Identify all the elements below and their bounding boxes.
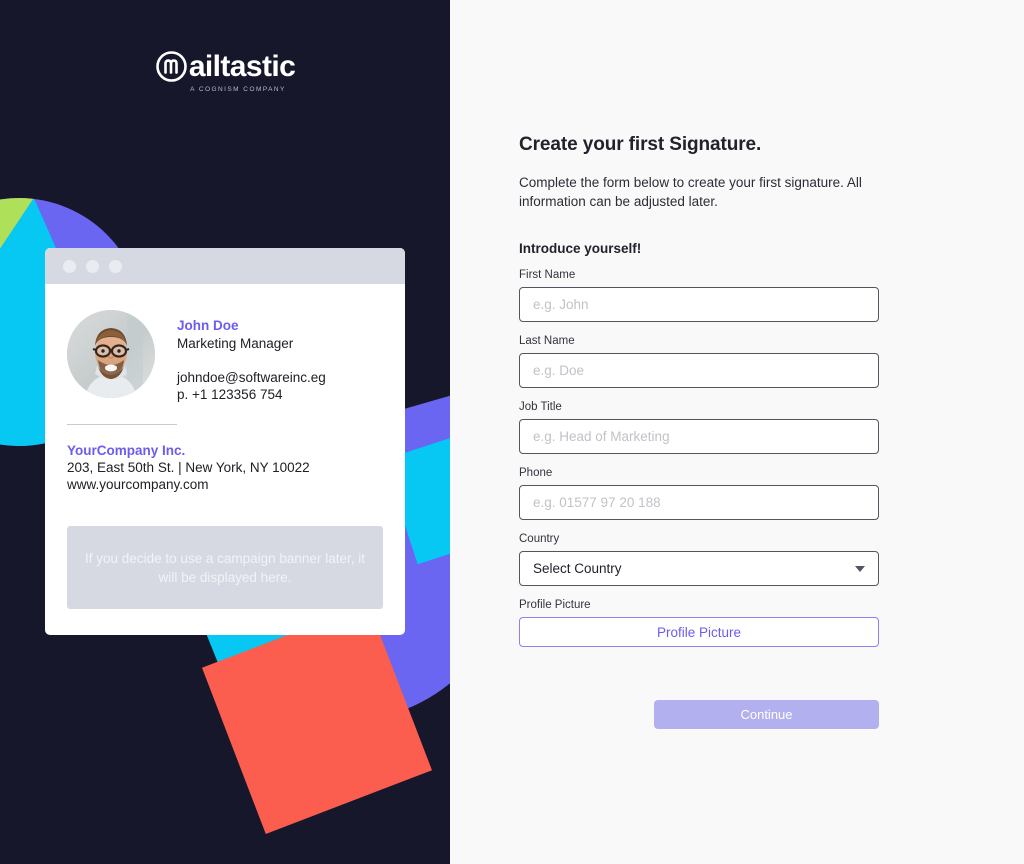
country-select[interactable]: Select Country: [519, 551, 879, 586]
right-form-panel: Create your first Signature. Complete th…: [450, 0, 1024, 864]
field-last-name: Last Name: [519, 334, 879, 388]
signature-identity-block: John Doe Marketing Manager johndoe@softw…: [67, 310, 383, 403]
first-name-label: First Name: [519, 269, 576, 281]
brand-logo: ailtastic A COGNISM COMPANY: [0, 50, 450, 93]
avatar: [67, 310, 155, 398]
left-branding-panel: ailtastic A COGNISM COMPANY John Doe Mar…: [0, 0, 450, 864]
signature-website: www.yourcompany.com: [67, 477, 209, 492]
job-title-input[interactable]: [519, 419, 879, 454]
signature-role: Marketing Manager: [177, 336, 294, 351]
signature-body: John Doe Marketing Manager johndoe@softw…: [45, 284, 405, 635]
signature-divider: [67, 424, 177, 425]
page-title: Create your first Signature.: [519, 134, 762, 155]
signature-phone: p. +1 123356 754: [177, 387, 283, 402]
signature-address: 203, East 50th St. | New York, NY 10022: [67, 460, 310, 475]
window-dot-icon: [86, 259, 99, 273]
field-job-title: Job Title: [519, 400, 879, 454]
field-phone: Phone: [519, 466, 879, 520]
signature-company: YourCompany Inc.: [67, 443, 186, 458]
continue-button[interactable]: Continue: [654, 700, 879, 729]
last-name-label: Last Name: [519, 335, 575, 347]
brand-logo-row: ailtastic: [155, 50, 296, 83]
form-actions: Continue: [519, 700, 879, 729]
brand-name: ailtastic: [188, 50, 296, 83]
country-label: Country: [519, 533, 560, 545]
last-name-input[interactable]: [519, 353, 879, 388]
signature-contact: johndoe@softwareinc.eg p. +1 123356 754: [177, 369, 326, 403]
section-heading: Introduce yourself!: [519, 241, 642, 256]
signature-text-block: John Doe Marketing Manager johndoe@softw…: [177, 310, 326, 403]
brand-tagline: A COGNISM COMPANY: [190, 86, 286, 93]
preview-window-titlebar: [45, 248, 405, 284]
phone-input[interactable]: [519, 485, 879, 520]
profile-picture-upload-button[interactable]: Profile Picture: [519, 617, 879, 647]
onboarding-page: ailtastic A COGNISM COMPANY John Doe Mar…: [0, 0, 1024, 864]
signature-form: Create your first Signature. Complete th…: [519, 133, 879, 729]
window-dot-icon: [63, 259, 76, 273]
signature-name: John Doe: [177, 318, 239, 333]
circled-m-logomark-icon: [155, 50, 188, 83]
field-profile-picture: Profile Picture Profile Picture: [519, 598, 879, 647]
field-first-name: First Name: [519, 268, 879, 322]
signature-preview-card: John Doe Marketing Manager johndoe@softw…: [45, 248, 405, 635]
field-country: Country Select Country: [519, 532, 879, 586]
phone-label: Phone: [519, 467, 553, 479]
campaign-banner-text: If you decide to use a campaign banner l…: [85, 550, 365, 585]
window-dot-icon: [109, 259, 122, 273]
page-description: Complete the form below to create your f…: [519, 175, 862, 209]
campaign-banner-placeholder: If you decide to use a campaign banner l…: [67, 526, 383, 609]
chevron-down-icon: [855, 565, 865, 572]
signature-email: johndoe@softwareinc.eg: [177, 370, 326, 385]
first-name-input[interactable]: [519, 287, 879, 322]
job-title-label: Job Title: [519, 401, 562, 413]
country-selected-value: Select Country: [533, 561, 622, 576]
profile-picture-label: Profile Picture: [519, 599, 591, 611]
